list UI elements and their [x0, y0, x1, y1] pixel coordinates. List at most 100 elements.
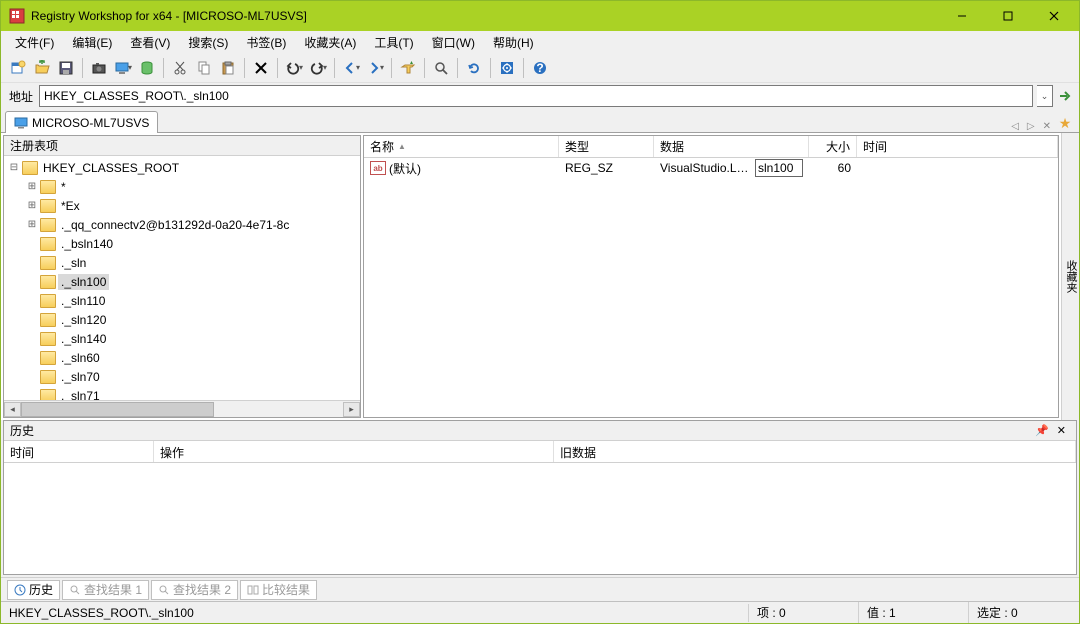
address-bar: 地址 ⌄	[1, 83, 1079, 109]
scroll-right-button[interactable]: ▸	[343, 402, 360, 417]
col-data[interactable]: 数据	[654, 136, 809, 157]
value-data-edit[interactable]	[755, 159, 803, 177]
tree-toggle-icon[interactable]: ⊞	[26, 181, 38, 192]
find-button[interactable]	[430, 57, 452, 79]
hist-col-time[interactable]: 时间	[4, 441, 154, 462]
col-type[interactable]: 类型	[559, 136, 654, 157]
tree-item[interactable]: ⊞*	[4, 177, 360, 196]
folder-icon	[40, 237, 56, 251]
favorites-star-icon[interactable]: ★	[1055, 115, 1075, 132]
menu-tools[interactable]: 工具(T)	[366, 33, 421, 52]
scroll-left-button[interactable]: ◂	[4, 402, 21, 417]
tree-item-label: ._sln71	[58, 388, 103, 401]
titlebar: Registry Workshop for x64 - [MICROSO-ML7…	[1, 1, 1079, 31]
value-name: (默认)	[389, 160, 421, 177]
tree-item[interactable]: ⊞._sln100	[4, 272, 360, 291]
close-button[interactable]	[1031, 1, 1077, 31]
address-input[interactable]	[39, 85, 1033, 107]
tree-item[interactable]: ⊟ HKEY_CLASSES_ROOT	[4, 158, 360, 177]
up-button[interactable]	[397, 57, 419, 79]
snapshot-button[interactable]	[88, 57, 110, 79]
settings-button[interactable]	[496, 57, 518, 79]
redo-button[interactable]: ▾	[307, 57, 329, 79]
tree-toggle-icon[interactable]: ⊟	[8, 162, 20, 173]
history-panel: 历史 📌 ✕ 时间 操作 旧数据	[3, 420, 1077, 575]
tree-item[interactable]: ⊞._sln71	[4, 386, 360, 400]
statusbar: HKEY_CLASSES_ROOT\._sln100 项 : 0 值 : 1 选…	[1, 601, 1079, 623]
help-button[interactable]: ?	[529, 57, 551, 79]
menu-view[interactable]: 查看(V)	[122, 33, 178, 52]
undo-button[interactable]: ▾	[283, 57, 305, 79]
tree-item[interactable]: ⊞._sln110	[4, 291, 360, 310]
value-data-prefix: VisualStudio.Launcher.	[660, 161, 755, 175]
tab-next-icon[interactable]: ▷	[1023, 121, 1039, 132]
hist-col-op[interactable]: 操作	[154, 441, 554, 462]
pin-icon[interactable]: 📌	[1031, 424, 1053, 437]
tree-item[interactable]: ⊞._sln60	[4, 348, 360, 367]
registry-tree[interactable]: ⊟HKEY_CLASSES_ROOT⊞*⊞*Ex⊞._qq_connectv2@…	[4, 156, 360, 400]
forward-button[interactable]: ▾	[364, 57, 386, 79]
address-dropdown-button[interactable]: ⌄	[1037, 85, 1053, 107]
col-name[interactable]: 名称▲	[364, 136, 559, 157]
tree-item[interactable]: ⊞._sln70	[4, 367, 360, 386]
tree-item[interactable]: ⊞._sln	[4, 253, 360, 272]
status-items: 项 : 0	[749, 602, 859, 623]
hist-col-old[interactable]: 旧数据	[554, 441, 1076, 462]
go-button[interactable]	[1057, 88, 1073, 104]
history-title: 历史	[10, 422, 34, 439]
scroll-thumb[interactable]	[21, 402, 214, 417]
paste-button[interactable]	[217, 57, 239, 79]
status-selected: 选定 : 0	[969, 602, 1079, 623]
tree-item[interactable]: ⊞._bsln140	[4, 234, 360, 253]
tab-prev-icon[interactable]: ◁	[1007, 121, 1023, 132]
cut-button[interactable]	[169, 57, 191, 79]
maximize-button[interactable]	[985, 1, 1031, 31]
tab-machine[interactable]: MICROSO-ML7USVS	[5, 111, 158, 133]
menu-file[interactable]: 文件(F)	[7, 33, 62, 52]
tree-item[interactable]: ⊞*Ex	[4, 196, 360, 215]
history-body	[4, 463, 1076, 574]
folder-icon	[40, 180, 56, 194]
tree-item-label: HKEY_CLASSES_ROOT	[40, 160, 182, 176]
back-button[interactable]: ▾	[340, 57, 362, 79]
tree-hscrollbar[interactable]: ◂ ▸	[4, 400, 360, 417]
new-window-button[interactable]	[7, 57, 29, 79]
tree-item-label: ._sln140	[58, 331, 109, 347]
refresh-button[interactable]	[463, 57, 485, 79]
menu-bookmark[interactable]: 书签(B)	[238, 33, 294, 52]
tab-close-icon[interactable]: ✕	[1039, 121, 1055, 132]
value-row[interactable]: ab (默认) REG_SZ VisualStudio.Launcher. 60	[364, 158, 1058, 178]
tree-item-label: ._sln70	[58, 369, 103, 385]
col-time[interactable]: 时间	[857, 136, 1058, 157]
tree-item-label: ._sln60	[58, 350, 103, 366]
tree-toggle-icon[interactable]: ⊞	[26, 219, 38, 230]
save-button[interactable]	[55, 57, 77, 79]
document-tabs: MICROSO-ML7USVS ◁ ▷ ✕ ★	[1, 109, 1079, 133]
tree-item[interactable]: ⊞._sln140	[4, 329, 360, 348]
minimize-button[interactable]	[939, 1, 985, 31]
copy-button[interactable]	[193, 57, 215, 79]
menubar: 文件(F) 编辑(E) 查看(V) 搜索(S) 书签(B) 收藏夹(A) 工具(…	[1, 31, 1079, 53]
tab-compare[interactable]: 比较结果	[240, 580, 317, 600]
menu-window[interactable]: 窗口(W)	[424, 33, 483, 52]
tab-find1[interactable]: 查找结果 1	[62, 580, 149, 600]
database-button[interactable]	[136, 57, 158, 79]
col-size[interactable]: 大小	[809, 136, 857, 157]
tree-toggle-icon[interactable]: ⊞	[26, 200, 38, 211]
values-header: 名称▲ 类型 数据 大小 时间	[364, 136, 1058, 158]
tab-history[interactable]: 历史	[7, 580, 60, 600]
tree-item-label: ._qq_connectv2@b131292d-0a20-4e71-8c	[58, 217, 292, 233]
open-button[interactable]	[31, 57, 53, 79]
menu-edit[interactable]: 编辑(E)	[64, 33, 120, 52]
menu-search[interactable]: 搜索(S)	[180, 33, 236, 52]
local-machine-button[interactable]: ▾	[112, 57, 134, 79]
menu-help[interactable]: 帮助(H)	[485, 33, 542, 52]
tab-find2[interactable]: 查找结果 2	[151, 580, 238, 600]
delete-button[interactable]	[250, 57, 272, 79]
folder-icon	[40, 332, 56, 346]
favorites-sidebar[interactable]: 收藏夹	[1061, 133, 1079, 420]
tree-item[interactable]: ⊞ ._qq_connectv2@b131292d-0a20-4e71-8c	[4, 215, 360, 234]
menu-favorites[interactable]: 收藏夹(A)	[296, 33, 364, 52]
tree-item[interactable]: ⊞._sln120	[4, 310, 360, 329]
panel-close-icon[interactable]: ✕	[1053, 424, 1070, 437]
